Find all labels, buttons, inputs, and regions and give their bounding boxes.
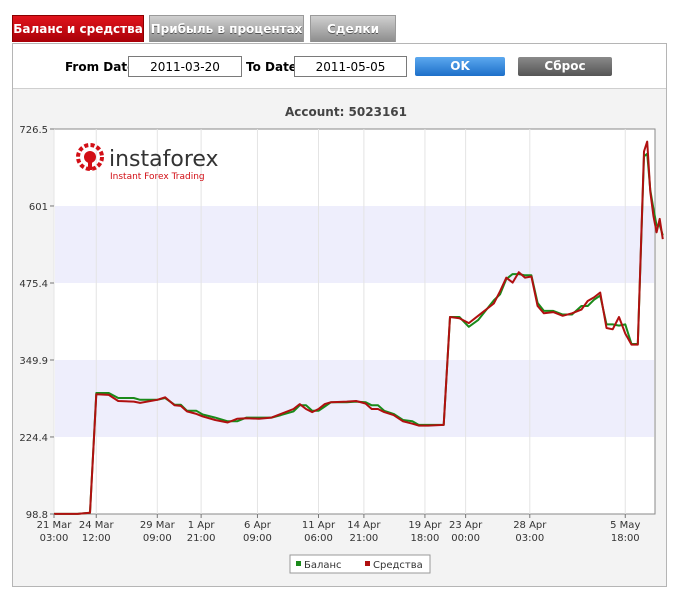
x-tick-label: 21 Mar [37,520,73,531]
ok-button[interactable]: OK [415,57,505,76]
tab-deals[interactable]: Сделки [310,15,396,42]
x-tick-label: 24 Mar [79,520,115,531]
tab-profit-percent[interactable]: Прибыль в процентах [149,15,304,42]
x-tick-label: 09:00 [143,533,172,544]
x-tick-label: 21:00 [187,533,216,544]
x-tick-label: 1 Apr [188,520,216,531]
y-tick-label: 726.5 [19,125,48,136]
y-band [55,205,654,284]
x-tick-label: 28 Apr [513,520,547,531]
balance-chart: Account: 5023161 98.8224.4349.9475.46017… [19,105,664,574]
plot-frame [53,128,656,515]
x-tick-label: 18:00 [611,533,640,544]
x-tick-label: 21:00 [349,533,378,544]
logo-tagline: Instant Forex Trading [110,172,205,182]
chart-area: Account: 5023161 98.8 224.4 349.9 475.4 601 7… [13,89,666,586]
from-date-input[interactable] [128,56,242,77]
legend: Баланс Средства [289,554,431,574]
x-tick-label: 6 Apr [244,520,272,531]
x-tick-label: 19 Apr [408,520,442,531]
x-axis: 21 Mar 03:00 24 Mar 12:00 29 Mar 09:00 1 Apr 21… [37,514,640,544]
to-date-label: To Date [246,60,297,74]
legend-label-balance: Баланс [304,560,342,571]
y-axis: 98.8224.4349.9475.4601726.5 [19,125,54,521]
x-tick-label: 06:00 [304,533,333,544]
x-tick-label: 09:00 [243,533,272,544]
y-tick-label: 475.4 [19,279,48,290]
reset-button[interactable]: Сброс [518,57,612,76]
date-filter-bar: From Date To Date OK Сброс [13,44,666,89]
legend-label-equity: Средства [373,560,423,571]
x-tick-label: 00:00 [451,533,480,544]
y-tick-label: 601 [29,202,48,213]
logo-wordmark: instaforex [109,147,219,172]
from-date-label: From Date [65,60,136,74]
content-panel: From Date To Date OK Сброс Account: 5023… [12,43,667,587]
x-tick-label: 11 Apr [302,520,336,531]
x-tick-label: 18:00 [411,533,440,544]
to-date-input[interactable] [294,56,407,77]
chart-title: Account: 5023161 [285,105,407,119]
legend-swatch-balance [296,561,301,566]
x-tick-label: 14 Apr [347,520,381,531]
logo-stem [88,157,92,170]
x-tick-label: 29 Mar [140,520,176,531]
x-tick-label: 5 May [610,520,640,531]
x-tick-label: 23 Apr [449,520,483,531]
x-tick-label: 03:00 [515,533,544,544]
legend-swatch-equity [365,561,370,566]
y-band [55,359,654,437]
x-tick-label: 03:00 [40,533,69,544]
x-tick-label: 12:00 [82,533,111,544]
tab-balance[interactable]: Баланс и средства [12,15,144,42]
y-tick-label: 224.4 [19,433,48,444]
y-tick-label: 349.9 [19,356,48,367]
